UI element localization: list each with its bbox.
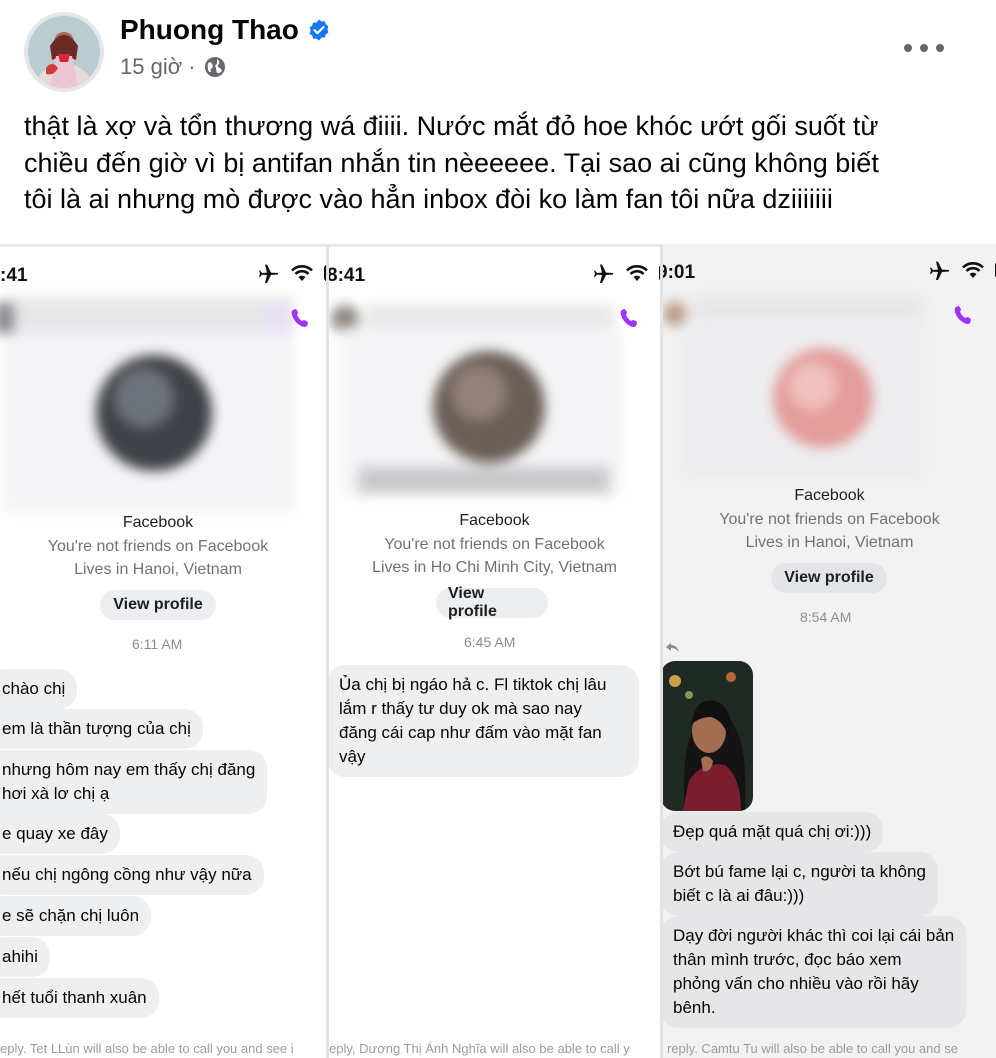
avatar-photo [28,16,100,88]
wifi-icon [962,262,984,278]
call-icon[interactable] [619,307,639,329]
post-time[interactable]: 15 giờ · [120,54,196,80]
message-time: 8:54 AM [800,609,852,625]
message-time: 6:45 AM [464,634,516,650]
screenshot-panel-1: :41 Facebook You're not friends on Faceb… [0,244,326,1058]
profile-source: Facebook [794,487,865,504]
wifi-icon [626,265,648,281]
profile-info: Facebook You're not friends on Facebook … [663,484,996,555]
shared-photo[interactable] [663,661,753,811]
screenshot-panel-3: 9:01 Facebook You're not friends on Face… [660,244,996,1058]
post-meta: 15 giờ · [120,54,226,80]
status-icons [258,263,326,283]
message-bubble: e sẽ chặn chị luôn [0,896,152,936]
globe-icon [204,57,225,77]
reply-notice: eply. Tet LLùn will also be able to call… [0,1041,294,1056]
reply-arrow-icon [666,643,679,652]
status-time: :41 [0,265,28,286]
reply-notice: reply. Camtu Tu will also be able to cal… [667,1041,958,1056]
status-time: 9:01 [660,262,696,283]
message-bubble: nếu chị ngông cồng như vậy nữa [0,855,264,895]
message-bubble: Dạy đời người khác thì coi lại cái bản t… [663,916,967,1028]
call-icon[interactable] [290,307,310,329]
message-bubble: hết tuổi thanh xuân [0,978,159,1018]
not-friends-text: You're not friends on Facebook [719,510,940,528]
view-profile-button[interactable]: View profile [100,590,216,620]
status-icons [929,260,996,280]
message-time: 6:11 AM [132,636,183,652]
message-bubble: Đẹp quá mặt quá chị ơi:))) [663,812,884,852]
profile-info: Facebook You're not friends on Facebook … [329,509,660,580]
more-options-icon[interactable] [904,36,944,60]
lives-text: Lives in Hanoi, Vietnam [74,561,242,578]
message-bubble: nhưng hôm nay em thấy chị đăng hơi xà lơ… [0,750,268,814]
post-text: thật là xợ và tổn thương wá điiii. Nước … [24,111,879,214]
author-name[interactable]: Phuong Thao [120,14,299,46]
message-bubble: ahihi [0,937,50,977]
view-profile-button[interactable]: View profile [436,585,548,620]
message-bubble: em là thần tượng của chị [0,709,203,749]
wifi-icon [291,265,313,281]
blurred-profile-image [331,305,621,497]
profile-info: Facebook You're not friends on Facebook … [0,511,316,582]
message-bubble: e quay xe đây [0,814,120,854]
profile-source: Facebook [122,514,194,531]
lives-text: Lives in Ho Chi Minh City, Vietnam [372,559,617,576]
message-bubble: Bớt bú fame lại c, người ta không biết c… [663,852,938,916]
airplane-icon [930,261,949,280]
message-bubble: chào chị [0,669,78,709]
lives-text: Lives in Hanoi, Vietnam [745,534,914,551]
airplane-icon [594,264,613,283]
blurred-profile-image [0,297,294,513]
not-friends-text: You're not friends on Facebook [384,535,605,553]
blurred-profile-image [663,296,923,478]
not-friends-text: You're not friends on Facebook [47,537,269,555]
view-profile-button[interactable]: View profile [771,563,887,593]
shared-photo-image [663,661,753,811]
author-avatar[interactable] [24,12,104,92]
screenshot-panel-2: 8:41 Facebook You're not friends on Face… [326,244,660,1058]
author-name-row: Phuong Thao [120,14,331,46]
call-icon[interactable] [953,304,973,326]
verified-badge-icon [309,19,329,41]
profile-source: Facebook [459,512,530,529]
status-time: 8:41 [327,265,366,286]
reply-notice: eply, Dương Thị Ánh Nghĩa will also be a… [329,1041,630,1056]
message-bubble: Ủa chị bị ngáo hả c. Fl tiktok chị lâu l… [329,665,639,777]
status-icons [593,263,660,283]
airplane-icon [259,264,278,283]
